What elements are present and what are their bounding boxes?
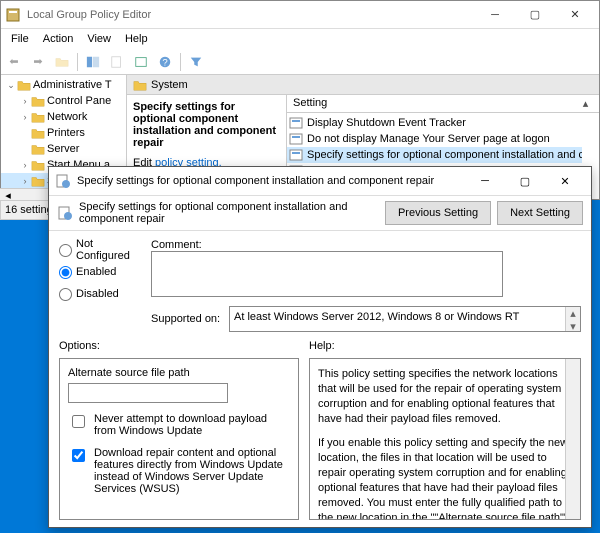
tree-node-admin-templates[interactable]: ⌄Administrative T [1, 77, 126, 93]
supported-on-box: At least Windows Server 2012, Windows 8 … [229, 306, 581, 332]
help-text-2: If you enable this policy setting and sp… [318, 436, 572, 520]
menubar: File Action View Help [1, 29, 599, 49]
setting-row[interactable]: Do not display Manage Your Server page a… [287, 131, 582, 147]
detail-header: System [127, 75, 599, 95]
menu-view[interactable]: View [81, 31, 117, 47]
scroll-up-icon[interactable]: ▴ [578, 97, 593, 110]
supported-label: Supported on: [151, 313, 229, 325]
dialog-subtitle: Specify settings for optional component … [79, 201, 379, 225]
menu-file[interactable]: File [5, 31, 35, 47]
window-title: Local Group Policy Editor [27, 9, 475, 21]
scrollbar[interactable] [565, 359, 580, 519]
alt-source-label: Alternate source file path [68, 367, 290, 379]
svg-text:?: ? [162, 57, 167, 68]
maximize-button[interactable]: ▢ [515, 3, 555, 27]
radio-not-configured[interactable]: Not Configured [59, 239, 139, 261]
dialog-maximize-button[interactable]: ▢ [505, 169, 545, 193]
forward-button[interactable]: ➡ [27, 51, 49, 73]
refresh-button[interactable] [130, 51, 152, 73]
close-button[interactable]: ✕ [555, 3, 595, 27]
back-button[interactable]: ⬅ [3, 51, 25, 73]
setting-row[interactable]: Specify settings for optional component … [287, 147, 582, 163]
dialog-title: Specify settings for optional component … [77, 175, 465, 187]
radio-disabled[interactable]: Disabled [59, 283, 139, 305]
dialog-close-button[interactable]: ✕ [545, 169, 585, 193]
help-text-1: This policy setting specifies the networ… [318, 367, 572, 426]
never-download-checkbox[interactable] [72, 415, 85, 428]
filter-button[interactable] [185, 51, 207, 73]
show-hide-button[interactable] [82, 51, 104, 73]
toolbar: ⬅ ➡ ? [1, 49, 599, 75]
alt-source-input[interactable] [68, 383, 228, 403]
setting-row[interactable]: Display Shutdown Event Tracker [287, 115, 582, 131]
download-from-wu-checkbox[interactable] [72, 449, 85, 462]
help-button[interactable]: ? [154, 51, 176, 73]
titlebar: Local Group Policy Editor ─ ▢ ✕ [1, 1, 599, 29]
policy-dialog: Specify settings for optional component … [48, 166, 592, 528]
tree-node-network[interactable]: ›Network [1, 109, 126, 125]
detail-header-title: System [151, 79, 188, 91]
options-box: Alternate source file path Never attempt… [59, 358, 299, 520]
desc-title: Specify settings for optional component … [133, 101, 276, 149]
dialog-subheader: Specify settings for optional component … [49, 195, 591, 231]
previous-setting-button[interactable]: Previous Setting [385, 201, 491, 225]
up-button[interactable] [51, 51, 73, 73]
menu-action[interactable]: Action [37, 31, 80, 47]
dialog-titlebar: Specify settings for optional component … [49, 167, 591, 195]
policy-icon [55, 173, 71, 189]
tree-node-control-panel[interactable]: ›Control Pane [1, 93, 126, 109]
dialog-minimize-button[interactable]: ─ [465, 169, 505, 193]
download-from-wu-label: Download repair content and optional fea… [94, 447, 290, 495]
help-label: Help: [309, 340, 581, 352]
settings-column-header[interactable]: Setting▴ [287, 95, 599, 113]
next-setting-button[interactable]: Next Setting [497, 201, 583, 225]
never-download-label: Never attempt to download payload from W… [94, 413, 290, 437]
export-button[interactable] [106, 51, 128, 73]
help-box: This policy setting specifies the networ… [309, 358, 581, 520]
app-icon [5, 7, 21, 23]
comment-textarea[interactable] [151, 251, 503, 297]
minimize-button[interactable]: ─ [475, 3, 515, 27]
comment-label: Comment: [151, 239, 229, 251]
options-label: Options: [59, 340, 299, 352]
tree-node-printers[interactable]: Printers [1, 125, 126, 141]
radio-enabled[interactable]: Enabled [59, 261, 139, 283]
policy-icon [57, 205, 73, 221]
scrollbar[interactable]: ▴▾ [565, 307, 580, 331]
menu-help[interactable]: Help [119, 31, 154, 47]
state-radios: Not Configured Enabled Disabled [59, 239, 139, 332]
tree-node-server[interactable]: Server [1, 141, 126, 157]
